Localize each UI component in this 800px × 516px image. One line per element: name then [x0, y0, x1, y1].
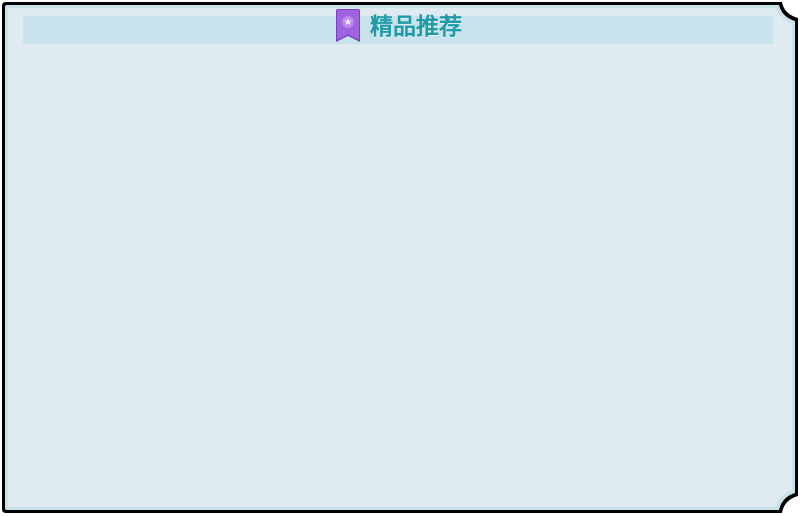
bookmark-star-icon [336, 9, 360, 42]
panel-header: 精品推荐 [334, 9, 462, 45]
recommend-panel: 精品推荐 [0, 0, 800, 516]
recommend-content-area [12, 50, 782, 505]
panel-title: 精品推荐 [370, 14, 462, 40]
